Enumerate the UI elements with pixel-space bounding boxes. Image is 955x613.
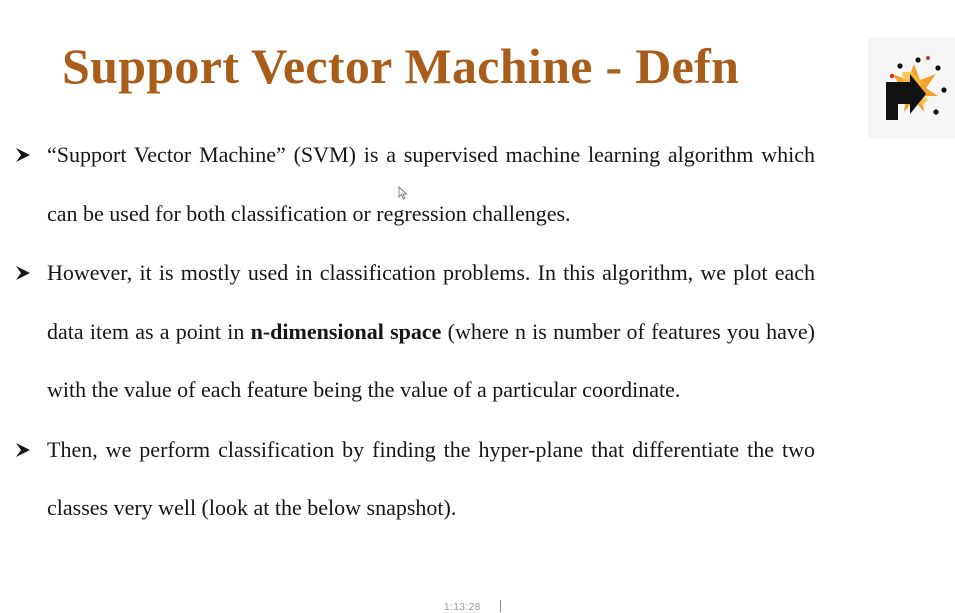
playhead-marker — [500, 600, 501, 612]
video-timestamp: 1:13:28 — [444, 602, 481, 613]
bold-term: n-dimensional space — [250, 318, 442, 344]
arrowhead-bullet-icon — [15, 244, 37, 302]
starburst-arrow-logo-icon — [886, 56, 947, 120]
arrowhead-bullet-icon — [15, 421, 37, 479]
bullet-text: “Support Vector Machine” (SVM) is a supe… — [47, 142, 815, 226]
bullet-list: “Support Vector Machine” (SVM) is a supe… — [15, 126, 815, 539]
bullet-item: However, it is mostly used in classifica… — [15, 244, 815, 420]
mouse-cursor-icon — [398, 185, 408, 205]
bullet-item: Then, we perform classification by findi… — [15, 421, 815, 538]
arrowhead-bullet-icon — [15, 126, 37, 184]
bullet-item: “Support Vector Machine” (SVM) is a supe… — [15, 126, 815, 243]
slide-title: Support Vector Machine - Defn — [62, 38, 740, 94]
logo — [868, 38, 955, 138]
slide: Support Vector Machine - Defn “Support V… — [0, 0, 955, 613]
bullet-text: Then, we perform classification by findi… — [47, 436, 815, 521]
